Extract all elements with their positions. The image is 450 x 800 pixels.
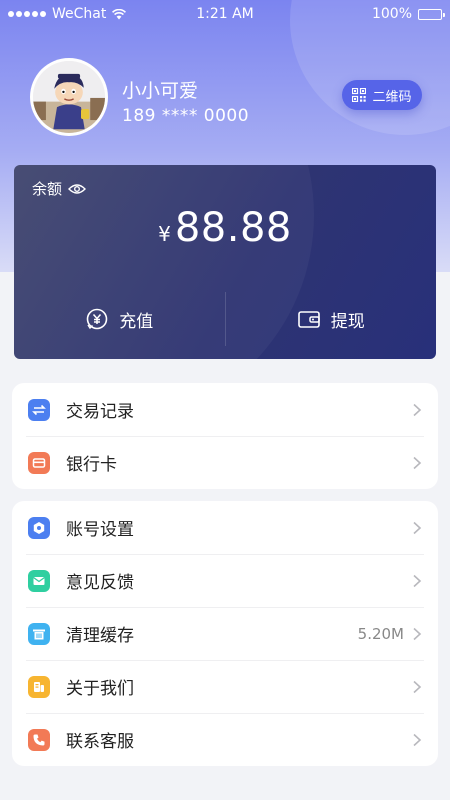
menu-group-wallet: 交易记录 银行卡 [12, 383, 438, 489]
balance-card: 余额 ¥ 88.88 充值 提现 [14, 165, 436, 359]
avatar[interactable] [30, 58, 108, 136]
menu-item-feedback[interactable]: 意见反馈 [12, 554, 438, 607]
wifi-icon [112, 8, 127, 19]
qr-code-button[interactable]: 二维码 [342, 80, 422, 110]
chevron-right-icon [413, 680, 422, 693]
cache-size: 5.20M [357, 624, 404, 643]
balance-value: 88.88 [174, 205, 292, 251]
menu-item-label: 银行卡 [66, 455, 117, 475]
recharge-label: 充值 [119, 311, 154, 332]
menu-item-label: 交易记录 [66, 402, 134, 422]
wallet-icon [297, 311, 320, 328]
settings-icon [28, 516, 50, 539]
menu-item-label: 意见反馈 [66, 573, 134, 593]
chevron-right-icon [413, 456, 422, 469]
menu-item-label: 清理缓存 [66, 626, 134, 646]
carrier-name: WeChat [52, 6, 107, 22]
menu-item-customer-service[interactable]: 联系客服 [12, 713, 438, 766]
qr-code-label: 二维码 [372, 89, 412, 105]
phone-icon [28, 728, 50, 751]
trash-icon [28, 622, 50, 645]
menu-item-label: 关于我们 [66, 679, 134, 699]
card-icon [28, 451, 50, 474]
menu-item-account-settings[interactable]: 账号设置 [12, 501, 438, 554]
menu-group-settings: 账号设置 意见反馈 清理缓存 5.20M 关于我们 联系客服 [12, 501, 438, 766]
balance-label: 余额 [32, 180, 63, 198]
menu-item-label: 账号设置 [66, 520, 134, 540]
user-phone: 189 **** 0000 [122, 106, 250, 126]
chevron-right-icon [413, 403, 422, 416]
currency-symbol: ¥ [158, 222, 171, 246]
menu-item-transactions[interactable]: 交易记录 [12, 383, 438, 436]
avatar-image [33, 61, 105, 133]
menu-item-about-us[interactable]: 关于我们 [12, 660, 438, 713]
recharge-button[interactable]: 充值 [14, 292, 225, 346]
withdraw-label: 提现 [330, 311, 365, 332]
chevron-right-icon [413, 521, 422, 534]
menu-item-label: 联系客服 [66, 732, 134, 752]
user-name: 小小可爱 [122, 80, 199, 102]
signal-icon [8, 11, 46, 17]
menu-item-bank-card[interactable]: 银行卡 [12, 436, 438, 489]
chevron-right-icon [413, 627, 422, 640]
chevron-right-icon [413, 574, 422, 587]
info-icon [28, 675, 50, 698]
menu-item-clear-cache[interactable]: 清理缓存 5.20M [12, 607, 438, 660]
battery-icon [418, 8, 445, 20]
transfer-icon [28, 398, 50, 421]
eye-icon[interactable] [68, 183, 87, 195]
status-bar: WeChat 1:21 AM 100% [0, 0, 450, 28]
battery-percent: 100% [371, 6, 412, 22]
qr-code-icon [352, 88, 367, 102]
chevron-right-icon [413, 733, 422, 746]
balance-amount: ¥ 88.88 [14, 205, 436, 251]
recharge-icon [86, 308, 108, 330]
mail-icon [28, 569, 50, 592]
withdraw-button[interactable]: 提现 [226, 292, 437, 346]
